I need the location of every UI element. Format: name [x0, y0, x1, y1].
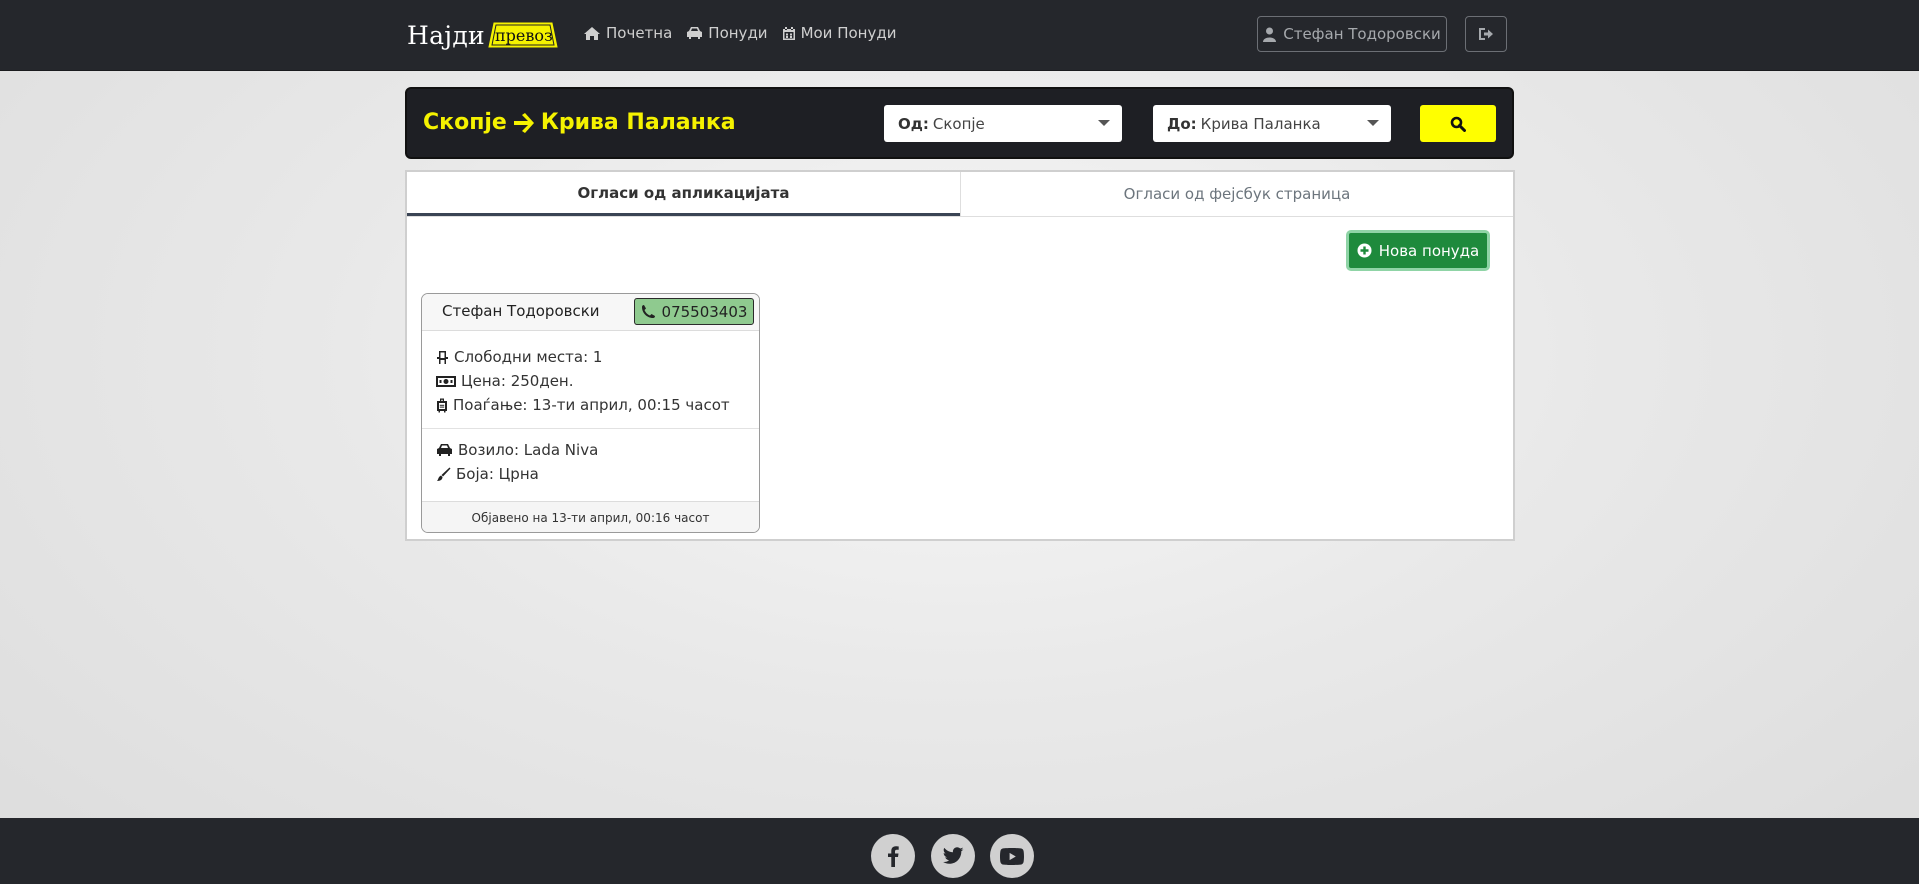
offer-tabs: Огласи од апликацијата Огласи од фејсбук…: [407, 172, 1513, 217]
from-select[interactable]: Од: Скопје: [884, 105, 1122, 142]
new-offer-button[interactable]: Нова понуда: [1346, 230, 1490, 271]
car-icon: [687, 27, 703, 39]
from-value: Скопје: [932, 114, 985, 133]
offer-card[interactable]: Стефан Тодоровски 075503403 Слободни мес…: [421, 293, 760, 533]
plus-circle-icon: [1357, 243, 1372, 258]
search-bar: Скопје Крива Паланка Од: Скопје До: Крив…: [405, 87, 1514, 159]
twitter-link[interactable]: [931, 834, 975, 878]
nav-links: Почетна Понуди Мои Понуди: [583, 24, 896, 42]
twitter-icon: [942, 847, 964, 864]
arrow-right-icon: [513, 112, 534, 133]
card-divider: [422, 428, 759, 429]
vehicle-details: Возило: Lada Niva Боја: Црна: [436, 438, 598, 486]
sign-out-icon: [1479, 28, 1493, 40]
departure-row: Поаѓање: 13-ти април, 00:15 часот: [436, 393, 730, 417]
money-icon: [436, 375, 456, 387]
chevron-down-icon: [1098, 120, 1110, 126]
logout-button[interactable]: [1465, 16, 1507, 52]
seats-row: Слободни места: 1: [436, 345, 730, 369]
facebook-icon: [888, 846, 899, 867]
tab-app-offers[interactable]: Огласи од апликацијата: [407, 172, 960, 216]
phone-icon: [641, 305, 655, 318]
nav-link-offers[interactable]: Понуди: [686, 24, 768, 42]
from-label: Од:: [898, 114, 929, 133]
nav-link-label: Мои Понуди: [800, 24, 897, 42]
user-name: Стефан Тодоровски: [1283, 25, 1441, 43]
seats-text: Слободни места: 1: [454, 348, 603, 366]
offers-panel: Огласи од апликацијата Огласи од фејсбук…: [405, 170, 1515, 541]
driver-name: Стефан Тодоровски: [442, 302, 600, 320]
nav-link-home[interactable]: Почетна: [583, 24, 672, 42]
calendar-icon: [782, 26, 795, 40]
nav-link-label: Почетна: [606, 24, 673, 42]
nav-link-my-offers[interactable]: Мои Понуди: [782, 24, 897, 42]
navbar: Најди превоз Почетна Понуди Мои Понуди С…: [0, 0, 1919, 71]
brand-plate-text: превоз: [495, 25, 553, 45]
posted-date: Објавено на 13-ти април, 00:16 часот: [422, 501, 759, 532]
search-button[interactable]: [1420, 105, 1496, 142]
brand-main-text: Најди: [407, 20, 486, 50]
to-label: До:: [1167, 114, 1197, 133]
offer-details: Слободни места: 1 Цена: 250ден. Поаѓање:…: [436, 345, 730, 417]
route-from: Скопје: [423, 110, 507, 135]
seat-icon: [437, 350, 448, 364]
brand-plate: превоз: [487, 21, 563, 49]
brush-icon: [437, 467, 451, 481]
vehicle-row: Возило: Lada Niva: [436, 438, 598, 462]
departure-text: Поаѓање: 13-ти април, 00:15 часот: [453, 396, 730, 414]
home-icon: [584, 26, 600, 40]
chevron-down-icon: [1367, 120, 1379, 126]
user-profile-button[interactable]: Стефан Тодоровски: [1257, 16, 1447, 52]
footer: [0, 818, 1919, 884]
color-row: Боја: Црна: [436, 462, 598, 486]
color-text: Боја: Црна: [456, 465, 539, 483]
phone-badge[interactable]: 075503403: [634, 298, 754, 325]
to-value: Крива Паланка: [1200, 114, 1321, 133]
to-select[interactable]: До: Крива Паланка: [1153, 105, 1391, 142]
youtube-icon: [1000, 847, 1024, 865]
brand-logo[interactable]: Најди превоз: [407, 16, 563, 54]
new-offer-label: Нова понуда: [1378, 241, 1480, 260]
price-text: Цена: 250ден.: [461, 372, 574, 390]
phone-number: 075503403: [661, 302, 748, 321]
car-icon: [437, 444, 452, 456]
suitcase-icon: [437, 398, 447, 412]
tab-facebook-offers[interactable]: Огласи од фејсбук страница: [960, 172, 1513, 216]
route-to: Крива Паланка: [540, 110, 736, 135]
search-icon: [1450, 116, 1466, 132]
vehicle-text: Возило: Lada Niva: [458, 441, 599, 459]
route-title: Скопје Крива Паланка: [423, 110, 736, 135]
offer-card-header: Стефан Тодоровски 075503403: [422, 294, 759, 331]
facebook-link[interactable]: [871, 834, 915, 878]
youtube-link[interactable]: [990, 834, 1034, 878]
user-icon: [1263, 27, 1277, 42]
price-row: Цена: 250ден.: [436, 369, 730, 393]
nav-link-label: Понуди: [708, 24, 768, 42]
